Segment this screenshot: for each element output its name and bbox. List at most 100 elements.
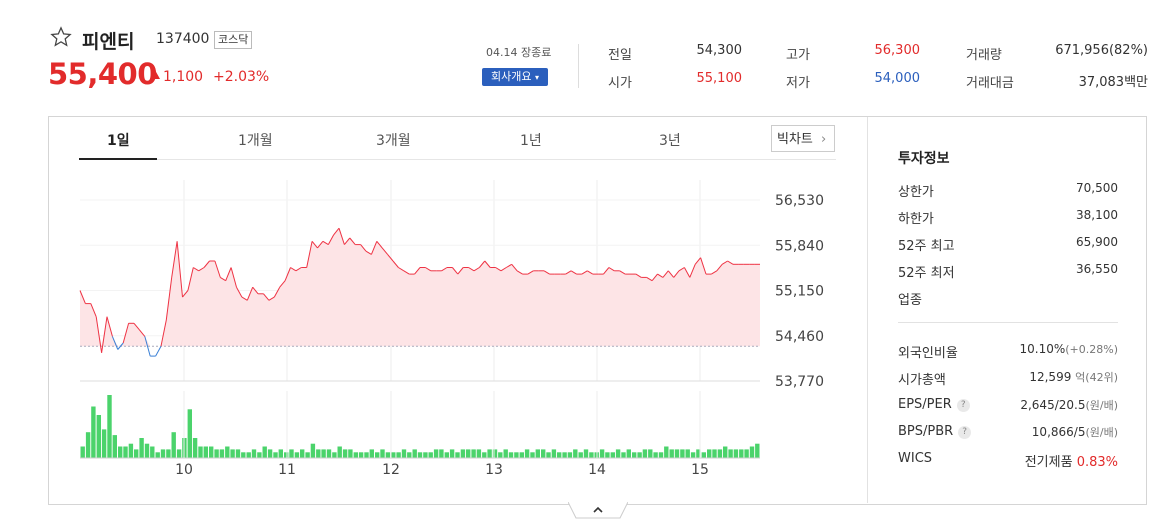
volume-bar <box>739 449 744 458</box>
x-tick-label: 15 <box>691 462 709 478</box>
volume-bar <box>192 438 198 458</box>
y-tick-label: 55,150 <box>775 284 824 300</box>
volume-bar <box>669 449 674 458</box>
volume-bar <box>541 449 546 458</box>
volume-bar <box>316 449 321 458</box>
volume-bar <box>225 446 230 458</box>
volume-bar <box>642 449 648 458</box>
info-section-divider <box>898 322 1118 323</box>
volume-bar <box>610 452 615 458</box>
volume-bar <box>155 452 160 458</box>
volume-bar <box>449 449 455 458</box>
volume-bar <box>690 452 696 458</box>
volume-bar <box>476 449 482 458</box>
volume-bar <box>198 446 203 458</box>
volume-bar <box>257 452 262 458</box>
x-tick-label: 10 <box>175 462 193 478</box>
volume-bar <box>358 452 364 458</box>
volume-bar <box>455 452 460 458</box>
info-divider <box>867 117 868 503</box>
volume-bar <box>300 449 305 458</box>
volume-bar <box>471 449 476 458</box>
volume-bar <box>589 452 594 458</box>
volume-bar <box>749 446 755 458</box>
volume-bar <box>284 452 289 458</box>
volume-bar <box>337 446 342 458</box>
volume-bar <box>658 452 664 458</box>
volume-bar <box>305 452 310 458</box>
volume-bar <box>353 452 358 458</box>
info-label-52w-low: 52주 최저 <box>898 266 955 281</box>
volume-bar <box>498 452 503 458</box>
volume-bar <box>482 452 487 458</box>
volume-bar <box>348 449 353 458</box>
info-value-wics[interactable]: 전기제품 0.83% <box>960 451 1118 470</box>
volume-bar <box>369 449 374 458</box>
wics-rate: 0.83% <box>1076 455 1118 470</box>
eps-per-unit: (원/배) <box>1085 399 1118 412</box>
volume-bar <box>80 446 85 458</box>
volume-bar <box>417 452 423 458</box>
y-tick-label: 55,840 <box>775 238 824 254</box>
volume-bar <box>605 452 610 458</box>
info-label-wics: WICS <box>898 451 933 466</box>
volume-bar <box>466 449 471 458</box>
info-value-52w-low: 36,550 <box>1076 262 1118 276</box>
volume-bar <box>85 432 91 458</box>
x-tick-label: 14 <box>588 462 606 478</box>
volume-bar <box>176 449 182 458</box>
volume-bar <box>262 446 267 458</box>
volume-bar <box>375 452 380 458</box>
volume-bar <box>423 452 428 458</box>
info-value-eps-per: 2,645/20.5(원/배) <box>1020 398 1118 412</box>
volume-bar <box>519 452 524 458</box>
volume-bar <box>514 452 519 458</box>
volume-bar <box>289 449 294 458</box>
volume-bar <box>626 449 631 458</box>
volume-bar <box>144 443 150 458</box>
volume-bar <box>380 449 385 458</box>
volume-bar <box>101 429 107 458</box>
info-label-upper-limit: 상한가 <box>898 185 934 200</box>
volume-bar <box>615 449 621 458</box>
volume-bar <box>134 449 139 458</box>
volume-bar <box>209 446 214 458</box>
volume-bar <box>621 452 626 458</box>
info-value-52w-high: 65,900 <box>1076 235 1118 249</box>
volume-bar <box>235 449 241 458</box>
volume-bar <box>707 449 712 458</box>
volume-bar <box>744 449 749 458</box>
volume-bar <box>342 449 348 458</box>
volume-bar <box>332 452 337 458</box>
volume-bar <box>439 449 444 458</box>
volume-bar <box>733 449 739 458</box>
volume-bar <box>251 449 257 458</box>
volume-bar <box>551 449 557 458</box>
volume-bar <box>128 443 134 458</box>
info-value-foreign-ratio: 10.10%(+0.28%) <box>1019 342 1118 356</box>
volume-bar <box>712 449 717 458</box>
collapse-toggle[interactable] <box>568 502 628 520</box>
volume-bar <box>412 449 417 458</box>
volume-bar <box>546 452 551 458</box>
price-line-segment <box>155 345 162 357</box>
volume-bar <box>637 452 642 458</box>
y-tick-label: 53,770 <box>775 374 824 390</box>
volume-bar <box>150 446 155 458</box>
volume-bar <box>723 446 728 458</box>
price-line-segment <box>117 342 124 350</box>
info-label-lower-limit: 하한가 <box>898 212 934 227</box>
volume-bar <box>428 452 433 458</box>
volume-bar <box>583 449 589 458</box>
volume-bar <box>214 449 219 458</box>
volume-bar <box>503 449 508 458</box>
volume-bar <box>444 452 449 458</box>
volume-bar <box>321 449 326 458</box>
volume-bar <box>653 452 658 458</box>
volume-bar <box>433 449 439 458</box>
volume-bar <box>685 449 690 458</box>
volume-bar <box>573 449 578 458</box>
volume-bar <box>171 432 176 458</box>
x-tick-label: 12 <box>382 462 400 478</box>
volume-bar <box>401 449 407 458</box>
